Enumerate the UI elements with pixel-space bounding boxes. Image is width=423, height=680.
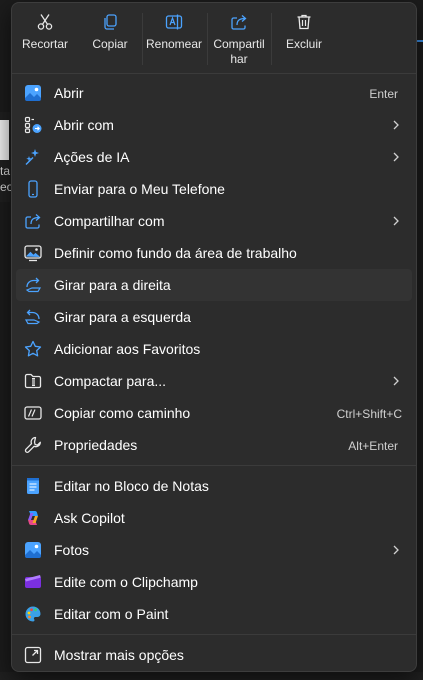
menu-item-label: Compactar para... <box>54 373 167 389</box>
rename-icon <box>165 14 183 30</box>
menu-item-label: Abrir com <box>54 117 114 133</box>
menu-item-notepad[interactable]: Editar no Bloco de Notas <box>16 470 412 502</box>
context-menu: Recortar Copiar Renomear Compartil har E… <box>11 2 417 672</box>
menu-item-label: Abrir <box>54 85 84 101</box>
star-icon <box>24 340 42 357</box>
menu-item-open-with[interactable]: Abrir com <box>16 109 412 141</box>
delete-label: Excluir <box>285 37 322 51</box>
menu-item-label: Mostrar mais opções <box>54 647 184 663</box>
menu-item-label: Enviar para o Meu Telefone <box>54 181 225 197</box>
share-label: Compartil har <box>213 37 264 67</box>
background-thumbnail <box>0 120 9 160</box>
ai-sparkle-icon <box>25 149 39 165</box>
menu-item-label: Girar para a direita <box>54 277 171 293</box>
menu-item-show-more-options[interactable]: Mostrar mais opções <box>16 639 412 671</box>
rotate-right-icon <box>25 277 42 293</box>
menu-item-properties[interactable]: Propriedades Alt+Enter <box>16 429 412 461</box>
background-text-fragment: ta <box>0 164 11 178</box>
chevron-right-icon <box>393 120 399 130</box>
wrench-icon <box>24 436 41 453</box>
menu-item-label: Editar no Bloco de Notas <box>54 478 209 494</box>
menu-item-send-to-phone[interactable]: Enviar para o Meu Telefone <box>16 173 412 205</box>
trash-icon <box>297 14 311 30</box>
chevron-right-icon <box>393 152 399 162</box>
menu-separator <box>12 73 416 74</box>
wallpaper-icon <box>24 245 42 262</box>
shortcut-hint: Ctrl+Shift+C <box>336 407 402 421</box>
clipchamp-icon <box>25 575 41 588</box>
menu-item-ai-actions[interactable]: Ações de IA <box>16 141 412 173</box>
chevron-right-icon <box>393 216 399 226</box>
notepad-icon <box>27 478 39 494</box>
share-button[interactable]: Compartil har <box>207 9 271 69</box>
open-with-icon <box>24 116 42 134</box>
copy-button[interactable]: Copiar <box>78 9 142 69</box>
menu-item-photos[interactable]: Fotos <box>16 534 412 566</box>
scissors-icon <box>37 14 53 30</box>
menu-item-set-wallpaper[interactable]: Definir como fundo da área de trabalho <box>16 237 412 269</box>
menu-item-label: Editar com o Paint <box>54 606 169 622</box>
shortcut-hint: Enter <box>369 87 398 101</box>
chevron-right-icon <box>393 376 399 386</box>
rotate-left-icon <box>24 309 41 325</box>
menu-item-label: Propriedades <box>54 437 138 453</box>
zip-folder-icon <box>24 373 42 389</box>
background-accent-fragment <box>417 26 423 42</box>
photos-icon <box>25 542 41 558</box>
copy-label: Copiar <box>92 37 128 51</box>
menu-item-label: Definir como fundo da área de trabalho <box>54 245 297 261</box>
show-more-icon <box>24 646 42 664</box>
share-label-line2: har <box>230 52 248 66</box>
menu-item-rotate-right[interactable]: Girar para a direita <box>16 269 412 301</box>
background-taskbar-edge <box>0 672 423 680</box>
menu-item-open[interactable]: Abrir Enter <box>16 77 412 109</box>
cut-button[interactable]: Recortar <box>13 9 77 69</box>
menu-item-label: Ações de IA <box>54 149 130 165</box>
copy-path-icon <box>24 406 42 420</box>
rename-label: Renomear <box>145 37 203 51</box>
menu-item-label: Fotos <box>54 542 90 558</box>
paint-palette-icon <box>25 606 41 622</box>
menu-item-label: Edite com o Clipchamp <box>54 574 198 590</box>
menu-item-paint[interactable]: Editar com o Paint <box>16 598 412 630</box>
share-label-line1: Compartil <box>213 37 265 51</box>
delete-button[interactable]: Excluir <box>272 9 336 69</box>
menu-item-compress[interactable]: Compactar para... <box>16 365 412 397</box>
menu-item-label: Compartilhar com <box>54 213 165 229</box>
share-icon <box>25 214 41 229</box>
menu-item-rotate-left[interactable]: Girar para a esquerda <box>16 301 412 333</box>
menu-item-ask-copilot[interactable]: Ask Copilot <box>16 502 412 534</box>
menu-item-label: Copiar como caminho <box>54 405 191 421</box>
copilot-icon <box>28 511 38 525</box>
shortcut-hint: Alt+Enter <box>348 439 398 453</box>
menu-item-add-favorites[interactable]: Adicionar aos Favoritos <box>16 333 412 365</box>
share-icon <box>231 15 247 30</box>
rename-button[interactable]: Renomear <box>142 9 206 69</box>
menu-item-label: Ask Copilot <box>54 510 125 526</box>
context-menu-toolbar: Recortar Copiar Renomear Compartil har E… <box>12 3 416 71</box>
copy-icon <box>104 14 117 30</box>
menu-item-share-with[interactable]: Compartilhar com <box>16 205 412 237</box>
menu-separator <box>12 465 416 466</box>
menu-item-copy-path[interactable]: Copiar como caminho Ctrl+Shift+C <box>16 397 412 429</box>
phone-icon <box>28 180 38 198</box>
cut-label: Recortar <box>21 37 68 51</box>
menu-item-clipchamp[interactable]: Edite com o Clipchamp <box>16 566 412 598</box>
menu-item-label: Girar para a esquerda <box>54 309 191 325</box>
image-icon <box>25 85 41 101</box>
menu-separator <box>12 634 416 635</box>
menu-item-label: Adicionar aos Favoritos <box>54 341 201 357</box>
chevron-right-icon <box>393 545 399 555</box>
